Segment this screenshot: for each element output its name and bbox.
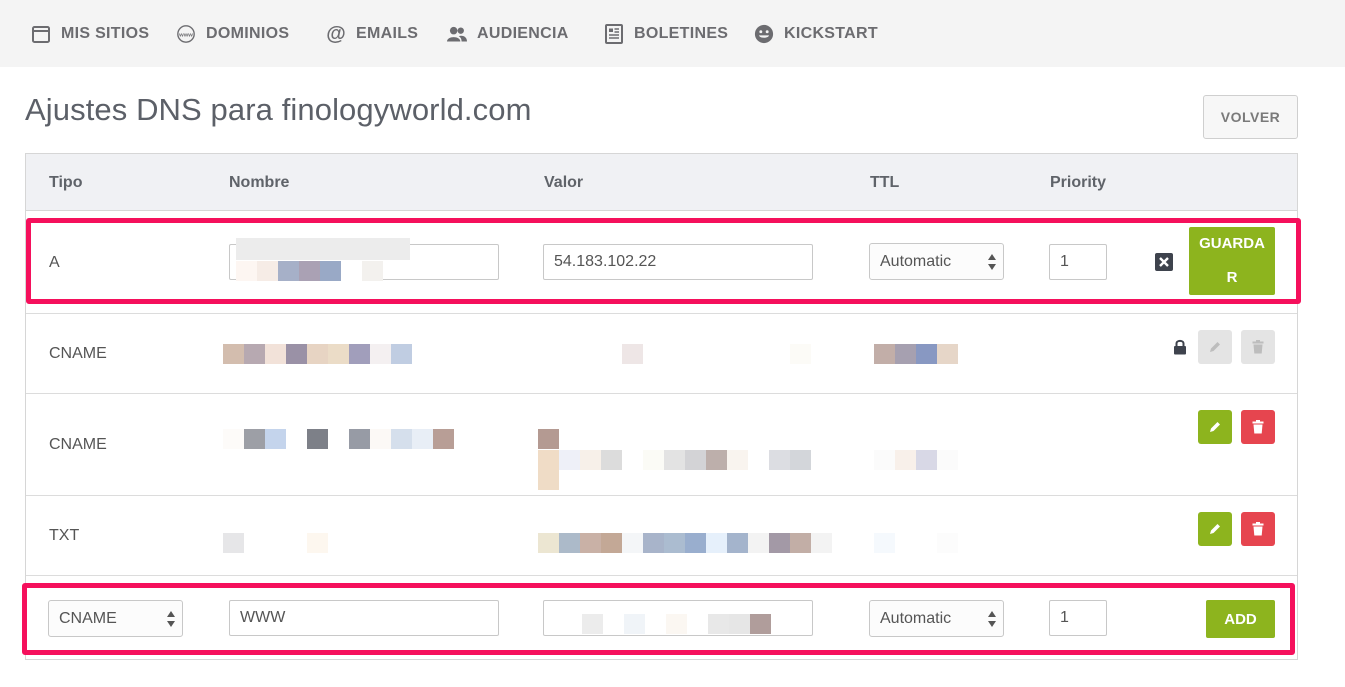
table-row-new-record: CNAME WWW Automatic 1 ADD xyxy=(26,576,1297,660)
redacted-value-pixels xyxy=(538,533,832,553)
www-globe-icon: www xyxy=(176,24,196,44)
nav-label: DOMINIOS xyxy=(206,25,290,42)
nav-item-dominios[interactable]: www DOMINIOS xyxy=(176,22,289,46)
top-nav: MIS SITIOS www DOMINIOS @ EMAILS AUDIENC… xyxy=(0,0,1345,67)
save-label-line-1: GUARDA xyxy=(1199,235,1265,252)
record-type: TXT xyxy=(49,527,80,544)
nav-label: MIS SITIOS xyxy=(61,25,150,42)
delete-button[interactable] xyxy=(1241,512,1275,546)
nav-item-audiencia[interactable]: AUDIENCIA xyxy=(447,22,569,46)
cancel-edit-button[interactable] xyxy=(1155,253,1173,271)
record-type-select[interactable]: CNAME xyxy=(48,600,183,637)
redacted-ttl-pixels xyxy=(874,450,958,470)
trash-icon xyxy=(1252,522,1264,536)
pencil-icon xyxy=(1210,342,1220,352)
dns-records-table: Tipo Nombre Valor TTL Priority A 54.183.… xyxy=(25,153,1298,660)
column-header-valor: Valor xyxy=(544,174,584,191)
edit-button-disabled[interactable] xyxy=(1198,330,1232,364)
redacted-name-pixels xyxy=(223,344,412,364)
svg-text:www: www xyxy=(178,32,193,38)
redacted-value-pixels xyxy=(538,450,811,470)
at-sign-icon: @ xyxy=(326,24,346,44)
redacted-name-pixels xyxy=(223,429,454,449)
new-priority-input[interactable]: 1 xyxy=(1049,600,1107,636)
nav-item-boletines[interactable]: BOLETINES xyxy=(604,22,728,46)
ttl-selected-value: Automatic xyxy=(880,252,952,270)
users-icon xyxy=(447,24,467,44)
column-header-ttl: TTL xyxy=(870,174,900,191)
select-arrows-icon xyxy=(988,254,996,270)
record-type: CNAME xyxy=(49,345,107,362)
table-row: CNAME xyxy=(26,394,1297,496)
table-row: TXT xyxy=(26,496,1297,576)
redacted-value-pixels xyxy=(538,470,559,490)
nav-label: BOLETINES xyxy=(634,25,729,42)
redacted-value-pixels xyxy=(538,429,559,449)
ttl-selected-value: Automatic xyxy=(880,609,952,627)
close-icon xyxy=(1159,257,1169,267)
table-row: CNAME xyxy=(26,314,1297,394)
record-type: CNAME xyxy=(49,436,107,453)
redacted-name xyxy=(236,238,410,260)
edit-button[interactable] xyxy=(1198,410,1232,444)
column-header-nombre: Nombre xyxy=(229,174,290,191)
delete-button-disabled[interactable] xyxy=(1241,330,1275,364)
ttl-select[interactable]: Automatic xyxy=(869,243,1004,280)
redacted-name-pixels xyxy=(236,261,383,281)
redacted-value-pixels xyxy=(561,614,771,634)
redacted-ttl-pixels xyxy=(874,344,958,364)
column-header-tipo: Tipo xyxy=(49,174,83,191)
nav-item-mis-sitios[interactable]: MIS SITIOS xyxy=(31,22,149,46)
page-title: Ajustes DNS para finologyworld.com xyxy=(25,92,532,127)
browser-window-icon xyxy=(31,24,51,44)
edit-button[interactable] xyxy=(1198,512,1232,546)
trash-icon xyxy=(1252,340,1264,354)
record-type: A xyxy=(49,254,60,271)
nav-label: EMAILS xyxy=(356,25,419,42)
priority-input[interactable]: 1 xyxy=(1049,244,1107,280)
nav-label: KICKSTART xyxy=(784,25,878,42)
lock-icon xyxy=(1174,339,1186,355)
add-record-button[interactable]: ADD xyxy=(1206,600,1275,638)
redacted-value-pixels xyxy=(790,344,811,364)
nav-label: AUDIENCIA xyxy=(477,25,569,42)
smiley-icon xyxy=(754,24,774,44)
type-selected-value: CNAME xyxy=(59,609,117,627)
back-button[interactable]: VOLVER xyxy=(1203,95,1298,139)
redacted-name-pixels xyxy=(223,533,328,553)
pencil-icon xyxy=(1210,422,1220,432)
save-label-line-2: R xyxy=(1226,269,1238,286)
svg-text:@: @ xyxy=(326,24,346,44)
new-name-input[interactable]: WWW xyxy=(229,600,499,636)
redacted-ttl-pixels xyxy=(874,533,958,553)
select-arrows-icon xyxy=(167,611,175,627)
nav-item-kickstart[interactable]: KICKSTART xyxy=(754,22,878,46)
save-button[interactable]: GUARDA R xyxy=(1189,227,1275,295)
redacted-value-pixels xyxy=(622,344,643,364)
table-row-editing: A 54.183.102.22 Automatic 1 GUARDA R xyxy=(26,211,1297,314)
select-arrows-icon xyxy=(988,611,996,627)
newsletter-icon xyxy=(604,24,624,44)
column-header-priority: Priority xyxy=(1050,174,1107,191)
value-input[interactable]: 54.183.102.22 xyxy=(543,244,813,280)
new-ttl-select[interactable]: Automatic xyxy=(869,600,1004,637)
table-header: Tipo Nombre Valor TTL Priority xyxy=(26,154,1297,211)
delete-button[interactable] xyxy=(1241,410,1275,444)
trash-icon xyxy=(1252,420,1264,434)
nav-item-emails[interactable]: @ EMAILS xyxy=(326,22,418,46)
pencil-icon xyxy=(1210,524,1220,534)
